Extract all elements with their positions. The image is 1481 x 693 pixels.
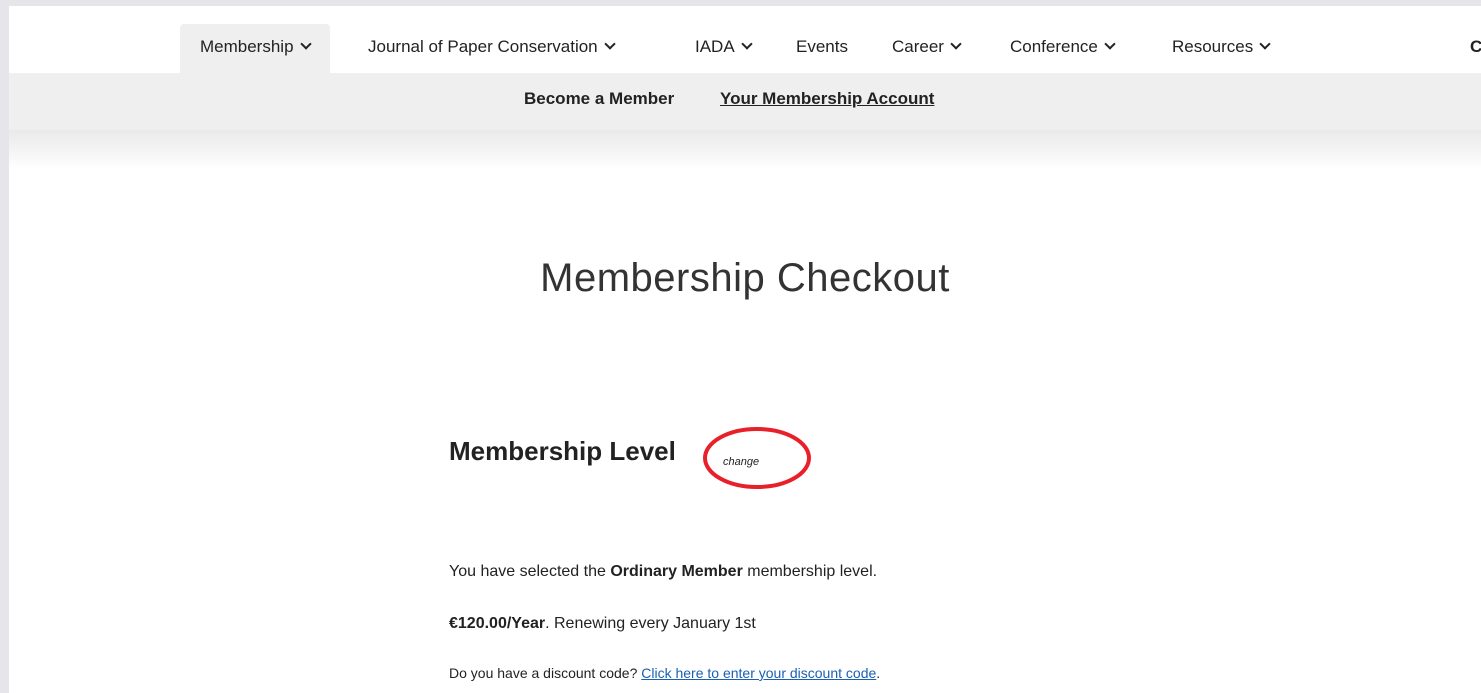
nav-resources-label: Resources [1172,37,1254,56]
price-value: €120.00/Year [449,615,546,632]
discount-code-text: Do you have a discount code? Click here … [449,665,880,681]
nav-journal-label: Journal of Paper Conservation [368,37,598,56]
chevron-down-icon [1259,38,1271,50]
membership-level-heading: Membership Level [449,436,676,466]
chevron-down-icon [950,38,962,50]
nav-truncated-label: C [1470,37,1481,56]
nav-iada-label: IADA [695,37,735,56]
discount-end: . [876,665,881,681]
nav-career[interactable]: Career [892,24,962,73]
selected-level-name: Ordinary Member [610,563,743,580]
highlight-annotation-circle [703,427,811,489]
main-navigation: Membership Journal of Paper Conservation… [9,6,1481,73]
subnav-membership-account[interactable]: Your Membership Account [720,89,934,109]
page-title: Membership Checkout [540,256,950,300]
nav-career-label: Career [892,37,944,56]
subnav-shadow [9,130,1481,170]
nav-membership[interactable]: Membership [180,24,330,73]
membership-subnav: Become a Member Your Membership Account [9,73,1481,131]
nav-truncated-item[interactable]: C [1470,24,1481,73]
price-text: €120.00/Year. Renewing every January 1st [449,615,756,633]
discount-code-link[interactable]: Click here to enter your discount code [641,665,876,681]
selected-level-suffix: membership level. [742,563,878,580]
selected-level-prefix: You have selected the [449,563,611,580]
chevron-down-icon [299,38,312,50]
renewal-text: . Renewing every January 1st [545,615,756,632]
nav-iada[interactable]: IADA [695,24,753,73]
chevron-down-icon [741,38,753,50]
chevron-down-icon [1104,38,1116,50]
nav-events[interactable]: Events [796,24,848,73]
chevron-down-icon [603,38,616,50]
nav-journal[interactable]: Journal of Paper Conservation [368,24,616,73]
subnav-become-member[interactable]: Become a Member [524,89,674,109]
discount-question: Do you have a discount code? [449,665,642,681]
nav-events-label: Events [796,37,848,56]
nav-conference-label: Conference [1010,37,1098,56]
nav-membership-label: Membership [200,37,294,56]
nav-resources[interactable]: Resources [1172,24,1271,73]
selected-level-text: You have selected the Ordinary Member me… [449,563,877,581]
browser-viewport: Membership Journal of Paper Conservation… [9,6,1481,693]
nav-conference[interactable]: Conference [1010,24,1116,73]
